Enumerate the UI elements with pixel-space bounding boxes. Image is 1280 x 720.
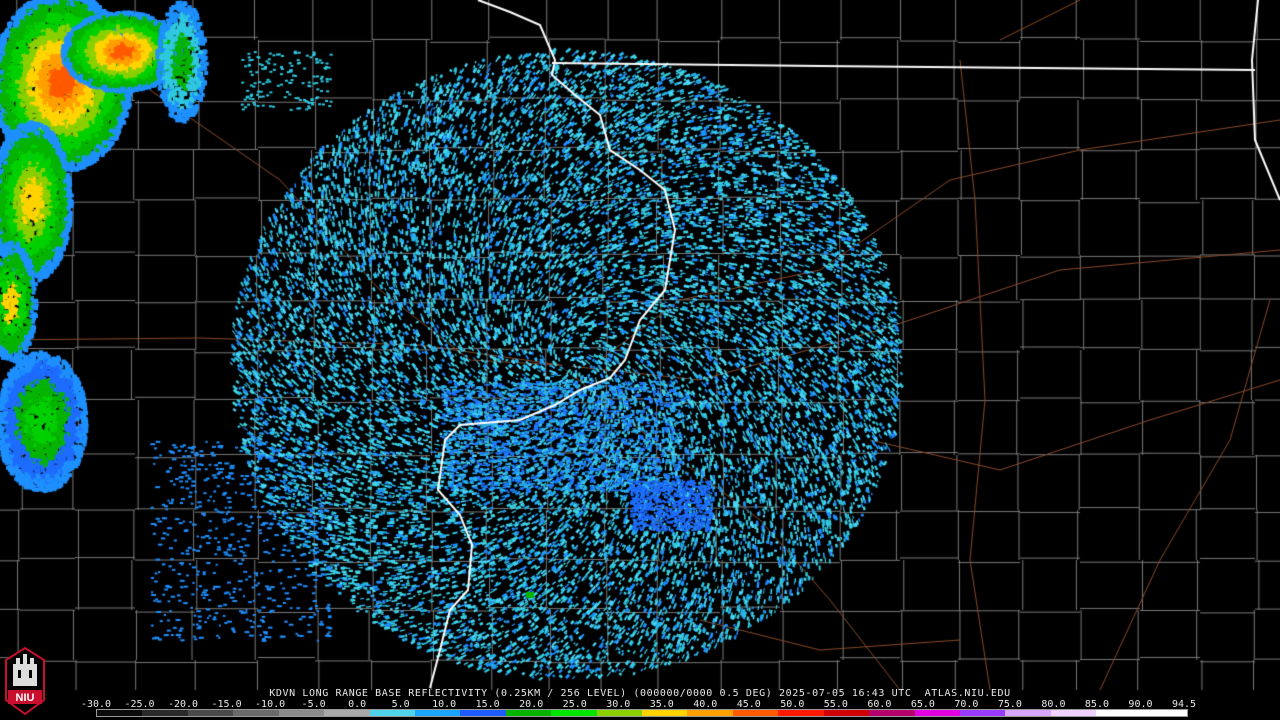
colorbar-segment bbox=[1141, 710, 1188, 716]
product-caption: KDVN LONG RANGE BASE REFLECTIVITY (0.25K… bbox=[269, 688, 1011, 699]
colorbar-segment bbox=[505, 710, 552, 716]
colorbar-segment bbox=[551, 710, 597, 716]
radar-map bbox=[0, 0, 1280, 720]
colorbar-segment bbox=[324, 710, 370, 716]
colorbar-segment bbox=[596, 710, 643, 716]
colorbar-segment bbox=[414, 710, 461, 716]
colorbar-segment bbox=[960, 710, 1006, 716]
colorbar-segment bbox=[687, 710, 733, 716]
colorbar-segment bbox=[142, 710, 188, 716]
colorbar-segment bbox=[460, 710, 506, 716]
colorbar-segment bbox=[914, 710, 961, 716]
niu-logo-icon: NIU bbox=[5, 646, 45, 716]
colorbar-segment bbox=[823, 710, 870, 716]
colorbar-segment bbox=[278, 710, 325, 716]
colorbar-segment bbox=[233, 710, 279, 716]
logo-text: NIU bbox=[16, 692, 35, 704]
colorbar-segment bbox=[732, 710, 779, 716]
colorbar-segment bbox=[1050, 710, 1097, 716]
reflectivity-scale-labels: -30.0 -25.0 -20.0 -15.0 -10.0 -5.0 0.0 5.0 10.0 1… bbox=[81, 699, 1196, 710]
colorbar-segment bbox=[97, 710, 143, 716]
colorbar-segment bbox=[778, 710, 824, 716]
colorbar-segment bbox=[1005, 710, 1051, 716]
colorbar-segment bbox=[642, 710, 688, 716]
colorbar-segment bbox=[1096, 710, 1142, 716]
colorbar-segment bbox=[369, 710, 415, 716]
colorbar-segment bbox=[869, 710, 915, 716]
colorbar-segment bbox=[187, 710, 234, 716]
reflectivity-colorbar bbox=[96, 709, 1188, 717]
